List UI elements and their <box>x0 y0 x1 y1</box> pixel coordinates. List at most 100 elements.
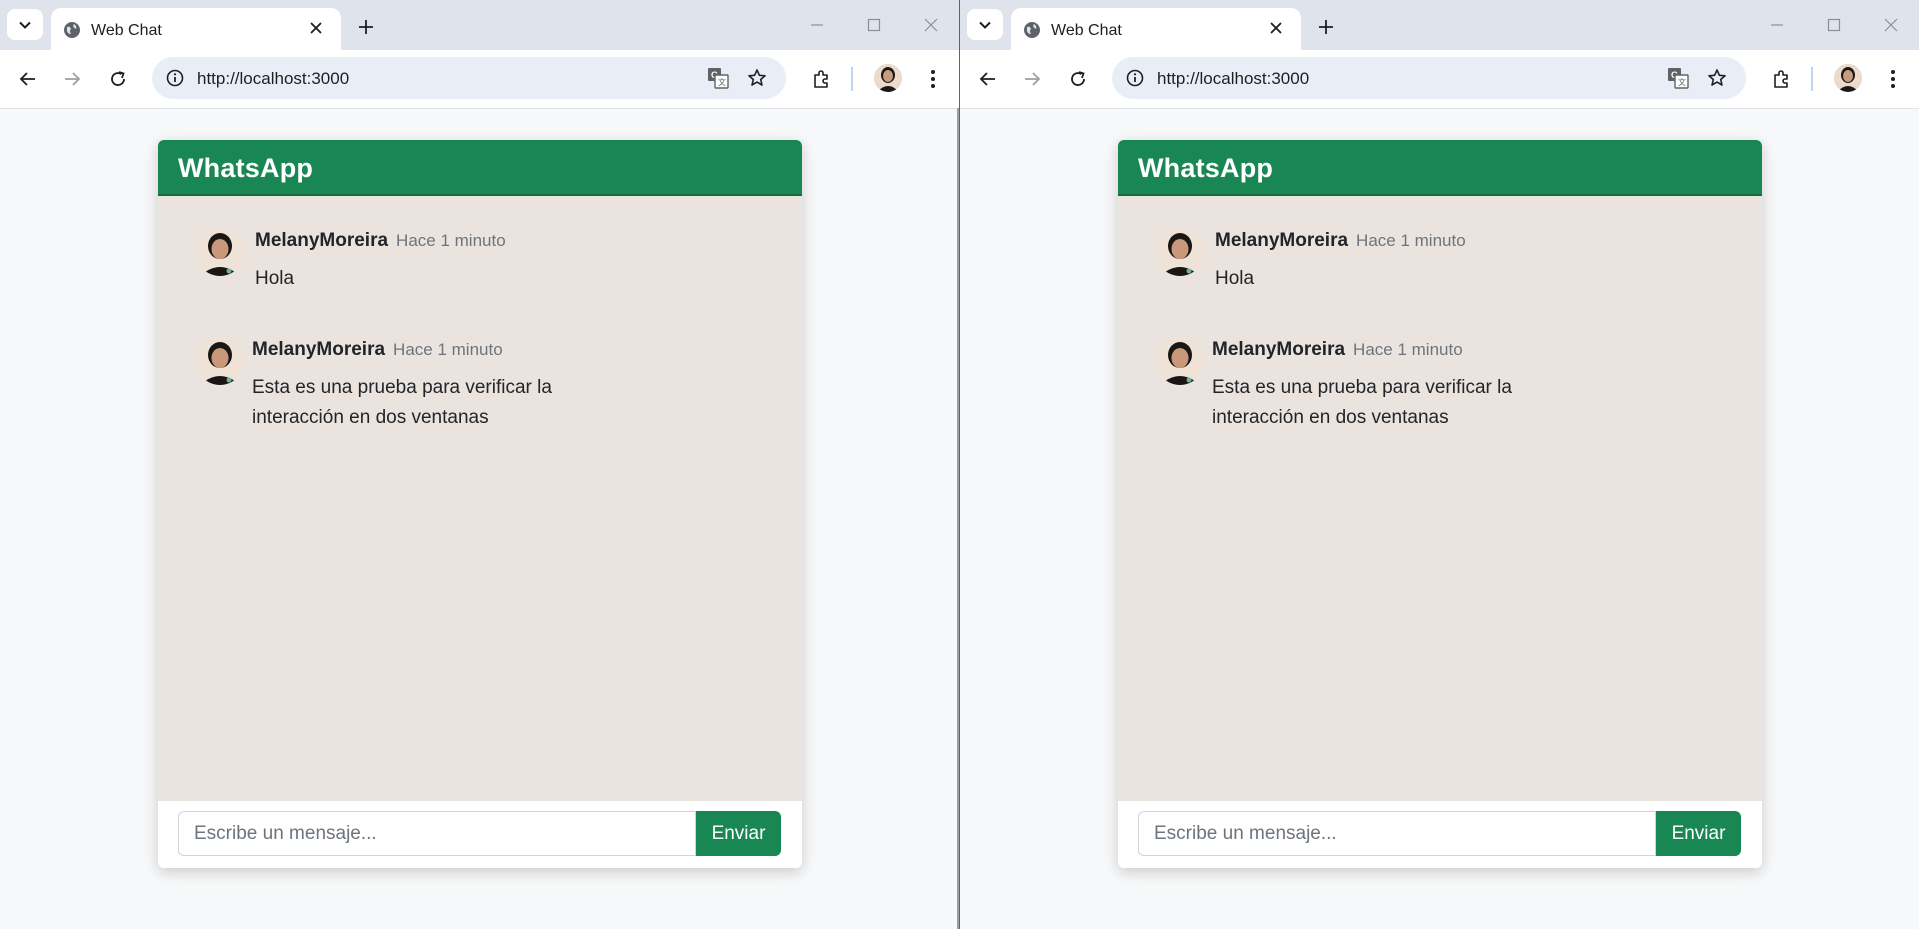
reload-button[interactable] <box>1063 64 1093 94</box>
star-icon <box>1708 69 1726 86</box>
translate-button[interactable]: G文 <box>706 66 730 90</box>
extensions-icon <box>814 70 828 88</box>
browser-toolbar: http://localhost:3000 G文 <box>960 50 1919 109</box>
translate-icon: G文 <box>708 68 729 89</box>
forward-button[interactable] <box>57 64 87 94</box>
toolbar-separator <box>1811 67 1813 91</box>
close-icon <box>310 22 322 34</box>
send-button[interactable]: Enviar <box>1656 811 1741 856</box>
tab-search-button[interactable] <box>7 9 43 40</box>
profile-avatar-icon <box>874 64 902 92</box>
address-bar[interactable]: http://localhost:3000 G文 <box>1112 57 1746 99</box>
browser-window-right: Web Chat http://localhost:3000 G 文 Whats… <box>960 0 1919 929</box>
chat-card: WhatsApp MelanyMoreira Hace 1 minuto Hola <box>1118 140 1762 868</box>
back-button[interactable] <box>13 64 43 94</box>
compose-bar: Enviar <box>1118 801 1762 868</box>
maximize-icon <box>867 18 881 32</box>
reload-icon <box>1071 71 1085 86</box>
browser-window-left: Web Chat http://localhost:3000 G 文 Whats… <box>0 0 959 929</box>
site-info-button[interactable] <box>1124 67 1146 89</box>
message-text: Hola <box>1215 268 1255 289</box>
user-avatar-icon <box>1156 337 1204 385</box>
message-author: MelanyMoreira <box>252 339 386 360</box>
minimize-icon <box>1771 24 1783 26</box>
browser-toolbar: http://localhost:3000 G文 <box>0 50 959 109</box>
message-text: Esta es una prueba para verificar la int… <box>252 377 552 428</box>
site-info-icon <box>1126 69 1144 87</box>
profile-avatar[interactable] <box>1834 64 1862 92</box>
forward-arrow-icon <box>65 72 81 86</box>
send-button[interactable]: Enviar <box>696 811 781 856</box>
message-input[interactable] <box>1138 811 1656 856</box>
translate-button[interactable]: G文 <box>1666 66 1690 90</box>
back-button[interactable] <box>973 64 1003 94</box>
translate-icon: G文 <box>1668 68 1689 89</box>
tab-close-button[interactable] <box>1265 17 1287 39</box>
bookmark-button[interactable] <box>745 66 769 90</box>
globe-icon <box>64 22 80 38</box>
message-author: MelanyMoreira <box>1215 230 1349 251</box>
profile-avatar[interactable] <box>874 64 902 92</box>
address-bar[interactable]: http://localhost:3000 G文 <box>152 57 786 99</box>
close-icon <box>1884 18 1898 32</box>
browser-tab[interactable]: Web Chat <box>51 8 341 50</box>
close-icon <box>924 18 938 32</box>
user-avatar-icon <box>1156 228 1204 276</box>
message-list[interactable]: MelanyMoreira Hace 1 minuto Hola MelanyMo… <box>1118 196 1762 802</box>
tab-close-button[interactable] <box>305 17 327 39</box>
compose-bar: Enviar <box>158 801 802 868</box>
tab-strip: Web Chat <box>0 0 959 50</box>
message-header: MelanyMoreira Hace 1 minuto <box>255 230 506 252</box>
maximize-button[interactable] <box>859 12 889 38</box>
minimize-button[interactable] <box>802 12 832 38</box>
message-text: Hola <box>255 268 295 289</box>
reload-icon <box>111 71 125 86</box>
menu-dots-icon <box>931 70 935 88</box>
new-tab-button[interactable] <box>352 13 380 41</box>
maximize-button[interactable] <box>1819 12 1849 38</box>
reload-button[interactable] <box>103 64 133 94</box>
new-tab-button[interactable] <box>1312 13 1340 41</box>
tab-search-button[interactable] <box>967 9 1003 40</box>
message-input[interactable] <box>178 811 696 856</box>
maximize-icon <box>1827 18 1841 32</box>
message-header: MelanyMoreira Hace 1 minuto <box>252 339 503 361</box>
address-url: http://localhost:3000 <box>197 69 350 88</box>
window-close-button[interactable] <box>916 12 946 38</box>
chat-card: WhatsApp MelanyMoreira Hace 1 minuto Hola <box>158 140 802 868</box>
plus-icon <box>1319 20 1333 34</box>
minimize-icon <box>811 24 823 26</box>
site-info-button[interactable] <box>164 67 186 89</box>
star-icon <box>748 69 766 86</box>
extensions-button[interactable] <box>806 64 836 94</box>
message-list[interactable]: MelanyMoreira Hace 1 minuto Hola MelanyMo… <box>158 196 802 802</box>
user-avatar-icon <box>196 228 244 276</box>
chat-header: WhatsApp <box>158 140 802 196</box>
extensions-button[interactable] <box>1766 64 1796 94</box>
bookmark-button[interactable] <box>1705 66 1729 90</box>
svg-text:文: 文 <box>718 77 726 87</box>
message-text: Esta es una prueba para verificar la int… <box>1212 377 1512 428</box>
tab-title: Web Chat <box>91 22 162 39</box>
tab-title: Web Chat <box>1051 22 1122 39</box>
minimize-button[interactable] <box>1762 12 1792 38</box>
back-arrow-icon <box>19 72 35 86</box>
message-time: Hace 1 minuto <box>396 231 506 250</box>
site-info-icon <box>166 69 184 87</box>
message-time: Hace 1 minuto <box>393 340 503 359</box>
chevron-down-icon <box>19 21 31 29</box>
message-header: MelanyMoreira Hace 1 minuto <box>1212 339 1463 361</box>
profile-avatar-icon <box>1834 64 1862 92</box>
user-avatar-icon <box>196 337 244 385</box>
back-arrow-icon <box>979 72 995 86</box>
avatar <box>196 228 244 276</box>
browser-tab[interactable]: Web Chat <box>1011 8 1301 50</box>
page-content: WhatsApp MelanyMoreira Hace 1 minuto Hola <box>960 109 1919 929</box>
forward-button[interactable] <box>1017 64 1047 94</box>
forward-arrow-icon <box>1025 72 1041 86</box>
window-close-button[interactable] <box>1876 12 1906 38</box>
chevron-down-icon <box>979 21 991 29</box>
browser-menu-button[interactable] <box>1878 64 1908 94</box>
browser-menu-button[interactable] <box>918 64 948 94</box>
message-author: MelanyMoreira <box>255 230 389 251</box>
